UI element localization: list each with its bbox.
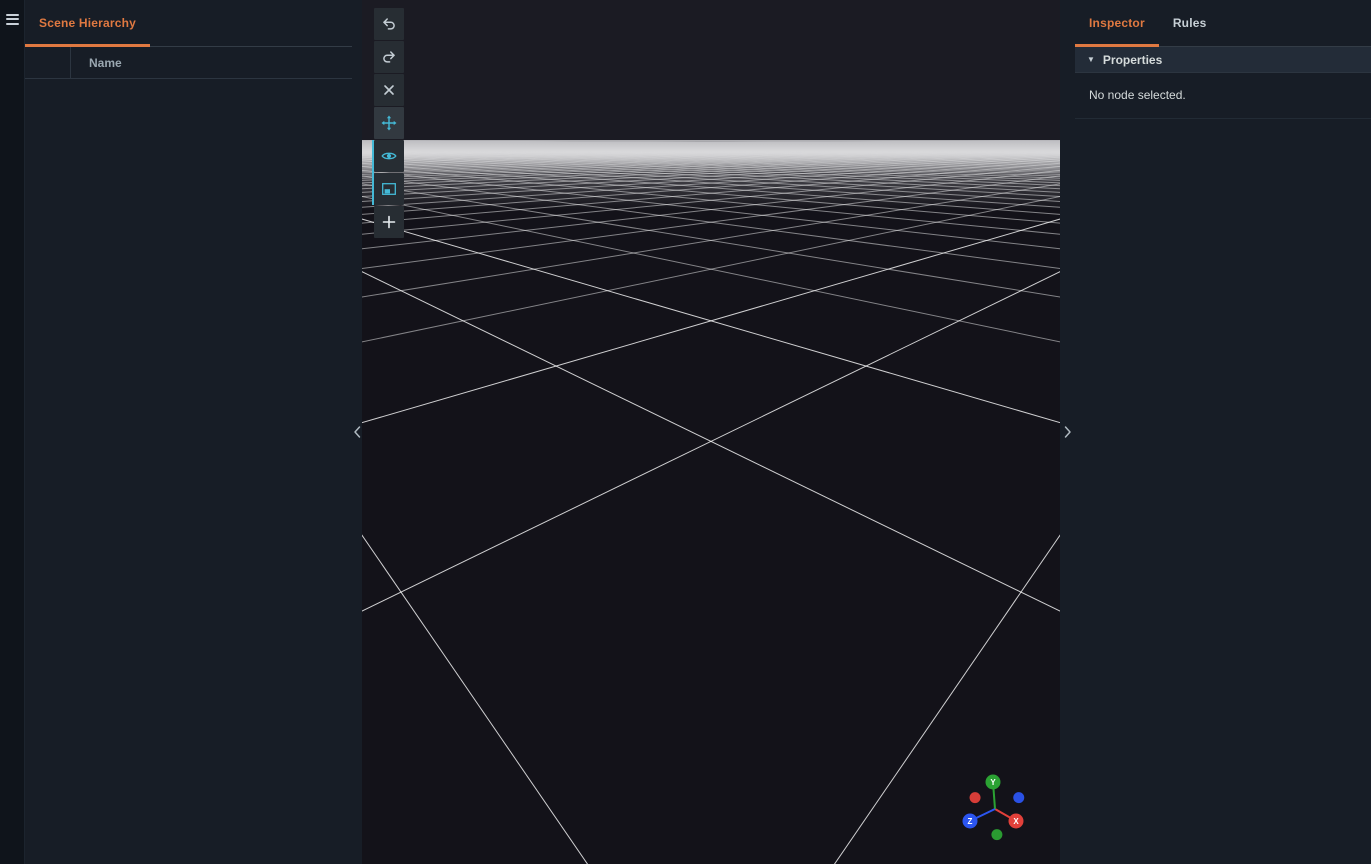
chevron-right-icon [1063,424,1072,440]
hamburger-menu-button[interactable] [4,9,21,29]
axis-gizmo[interactable]: X Y Z [948,764,1040,856]
properties-empty-state: No node selected. [1075,73,1371,119]
svg-text:Z: Z [968,817,973,826]
move-icon [381,115,397,131]
hierarchy-tree-area[interactable] [25,78,352,864]
tab-inspector[interactable]: Inspector [1075,0,1159,46]
plus-icon [381,214,397,230]
svg-text:X: X [1013,817,1019,826]
fit-view-button[interactable] [374,173,404,205]
camera-view-button[interactable] [374,140,404,172]
3d-viewport[interactable]: X Y Z [362,0,1060,864]
inspector-panel: Inspector Rules ▼ Properties No node sel… [1075,0,1371,864]
eye-icon [381,148,397,164]
column-divider [70,47,71,78]
frame-icon [381,181,397,197]
scene-hierarchy-panel: Scene Hierarchy Name [25,0,352,864]
svg-text:Y: Y [990,778,996,787]
tab-scene-hierarchy[interactable]: Scene Hierarchy [25,0,150,46]
delete-button[interactable] [374,74,404,106]
hamburger-icon [6,14,19,16]
properties-section-header[interactable]: ▼ Properties [1075,47,1371,73]
name-column-label: Name [89,56,122,70]
camera-tool-group [372,140,404,205]
hierarchy-column-header: Name [25,47,352,79]
left-panel-resize-handle[interactable] [352,0,362,864]
ground-grid [362,0,1060,864]
tab-rules-label: Rules [1173,16,1207,30]
properties-section-title: Properties [1103,53,1162,67]
translate-tool-button[interactable] [374,107,404,139]
add-object-button[interactable] [374,206,404,238]
right-panel-resize-handle[interactable] [1060,0,1075,864]
empty-state-message: No node selected. [1089,88,1186,102]
redo-icon [381,49,397,65]
inspector-tabbar: Inspector Rules [1075,0,1371,47]
hierarchy-tabbar: Scene Hierarchy [25,0,352,47]
tab-inspector-label: Inspector [1089,16,1145,30]
undo-button[interactable] [374,8,404,40]
tab-scene-hierarchy-label: Scene Hierarchy [39,16,136,30]
viewport-toolbar [374,8,404,238]
undo-icon [381,16,397,32]
tab-rules[interactable]: Rules [1159,0,1221,46]
redo-button[interactable] [374,41,404,73]
delete-icon [381,82,397,98]
left-rail [0,0,25,864]
app-root: Scene Hierarchy Name [0,0,1371,864]
expand-caret-icon: ▼ [1087,56,1095,64]
chevron-left-icon [353,424,362,440]
